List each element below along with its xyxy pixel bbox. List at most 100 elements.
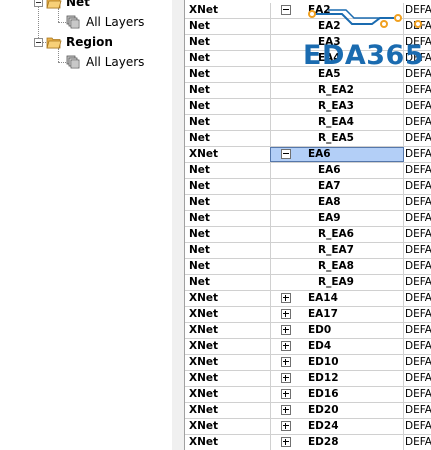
grid-row[interactable]: XNet ED20 DEFA bbox=[185, 403, 431, 419]
object-name-label: ED24 bbox=[308, 420, 339, 432]
expand-icon[interactable] bbox=[281, 309, 291, 319]
cell-object-type: XNet bbox=[189, 388, 219, 400]
cell-object-type: Net bbox=[189, 228, 210, 240]
cell-constraint-set: DEFA bbox=[405, 388, 431, 400]
expand-icon[interactable] bbox=[281, 437, 291, 447]
expand-icon[interactable] bbox=[281, 357, 291, 367]
watermark-text: EDA365 bbox=[303, 40, 425, 71]
grid-row[interactable]: Net R_EA9 DEFA bbox=[185, 275, 431, 291]
cell-constraint-set: DEFA bbox=[405, 276, 431, 288]
cell-object-name[interactable]: EA9 bbox=[270, 211, 404, 226]
cell-object-name[interactable]: ED16 bbox=[270, 387, 404, 402]
cell-object-type: Net bbox=[189, 180, 210, 192]
cell-object-name[interactable]: ED0 bbox=[270, 323, 404, 338]
expand-icon[interactable] bbox=[281, 373, 291, 383]
cell-constraint-set: DEFA bbox=[405, 116, 431, 128]
tree-item-net-all-layers[interactable]: All Layers bbox=[66, 13, 144, 31]
cell-constraint-set: DEFA bbox=[405, 180, 431, 192]
collapse-icon[interactable] bbox=[281, 149, 291, 159]
cell-constraint-set: DEFA bbox=[405, 196, 431, 208]
object-name-label: R_EA3 bbox=[318, 100, 354, 112]
grid-row[interactable]: Net R_EA4 DEFA bbox=[185, 115, 431, 131]
cell-object-name[interactable]: EA6 bbox=[270, 163, 404, 178]
cell-object-type: XNet bbox=[189, 420, 219, 432]
grid-row[interactable]: XNet ED16 DEFA bbox=[185, 387, 431, 403]
grid-row[interactable]: XNet EA14 DEFA bbox=[185, 291, 431, 307]
cell-object-name[interactable]: ED20 bbox=[270, 403, 404, 418]
grid-row[interactable]: XNet ED10 DEFA bbox=[185, 355, 431, 371]
grid-row[interactable]: Net R_EA3 DEFA bbox=[185, 99, 431, 115]
layers-icon bbox=[66, 55, 80, 69]
grid-row[interactable]: Net EA9 DEFA bbox=[185, 211, 431, 227]
cell-object-name[interactable]: R_EA8 bbox=[270, 259, 404, 274]
tree-item-label: All Layers bbox=[86, 15, 145, 29]
grid-row[interactable]: Net EA8 DEFA bbox=[185, 195, 431, 211]
collapse-net-expander[interactable] bbox=[34, 0, 43, 7]
cell-object-name[interactable]: EA7 bbox=[270, 179, 404, 194]
cell-object-name[interactable]: EA6 bbox=[270, 147, 404, 162]
folder-open-icon bbox=[46, 0, 62, 8]
cell-object-type: Net bbox=[189, 100, 210, 112]
expand-icon[interactable] bbox=[281, 341, 291, 351]
tree-item-label: Region bbox=[66, 35, 113, 49]
cell-object-name[interactable]: EA17 bbox=[270, 307, 404, 322]
expand-icon[interactable] bbox=[281, 293, 291, 303]
collapse-icon[interactable] bbox=[281, 5, 291, 15]
cell-object-name[interactable]: EA14 bbox=[270, 291, 404, 306]
cell-object-name[interactable]: ED24 bbox=[270, 419, 404, 434]
grid-row[interactable]: Net R_EA6 DEFA bbox=[185, 227, 431, 243]
grid-row[interactable]: XNet ED12 DEFA bbox=[185, 371, 431, 387]
object-name-label: R_EA5 bbox=[318, 132, 354, 144]
object-name-label: R_EA2 bbox=[318, 84, 354, 96]
cell-object-name[interactable]: ED10 bbox=[270, 355, 404, 370]
cell-object-name[interactable]: ED28 bbox=[270, 435, 404, 450]
grid-row[interactable]: XNet ED0 DEFA bbox=[185, 323, 431, 339]
panel-splitter[interactable] bbox=[172, 0, 184, 450]
grid-row[interactable]: Net R_EA2 DEFA bbox=[185, 83, 431, 99]
cell-constraint-set: DEFA bbox=[405, 356, 431, 368]
object-name-label: R_EA6 bbox=[318, 228, 354, 240]
object-name-label: ED12 bbox=[308, 372, 339, 384]
expand-icon[interactable] bbox=[281, 421, 291, 431]
tree-item-net[interactable]: Net bbox=[46, 0, 90, 11]
grid-row[interactable]: Net R_EA5 DEFA bbox=[185, 131, 431, 147]
cell-object-name[interactable]: R_EA2 bbox=[270, 83, 404, 98]
cell-constraint-set: DEFA bbox=[405, 308, 431, 320]
object-name-label: EA9 bbox=[318, 212, 341, 224]
cell-constraint-set: DEFA bbox=[405, 372, 431, 384]
collapse-region-expander[interactable] bbox=[34, 38, 43, 47]
grid-row[interactable]: XNet ED4 DEFA bbox=[185, 339, 431, 355]
grid-row[interactable]: Net R_EA7 DEFA bbox=[185, 243, 431, 259]
expand-icon[interactable] bbox=[281, 325, 291, 335]
grid-row[interactable]: XNet EA6 DEFA bbox=[185, 147, 431, 163]
tree-panel: Net All Layers Region All Layers bbox=[0, 0, 172, 450]
cell-object-name[interactable]: R_EA3 bbox=[270, 99, 404, 114]
cell-object-name[interactable]: R_EA6 bbox=[270, 227, 404, 242]
grid-row[interactable]: XNet ED28 DEFA bbox=[185, 435, 431, 450]
cell-object-type: XNet bbox=[189, 404, 219, 416]
expand-icon[interactable] bbox=[281, 389, 291, 399]
grid-row[interactable]: Net EA7 DEFA bbox=[185, 179, 431, 195]
cell-object-name[interactable]: EA8 bbox=[270, 195, 404, 210]
grid-row[interactable]: XNet ED24 DEFA bbox=[185, 419, 431, 435]
cell-object-name[interactable]: R_EA5 bbox=[270, 131, 404, 146]
tree-item-region[interactable]: Region bbox=[46, 33, 113, 51]
cell-object-type: Net bbox=[189, 20, 210, 32]
grid-row[interactable]: Net EA6 DEFA bbox=[185, 163, 431, 179]
cell-constraint-set: DEFA bbox=[405, 292, 431, 304]
cell-object-type: XNet bbox=[189, 372, 219, 384]
cell-object-name[interactable]: R_EA9 bbox=[270, 275, 404, 290]
grid-row[interactable]: XNet EA17 DEFA bbox=[185, 307, 431, 323]
cell-object-name[interactable]: R_EA7 bbox=[270, 243, 404, 258]
cell-object-name[interactable]: ED4 bbox=[270, 339, 404, 354]
expand-icon[interactable] bbox=[281, 405, 291, 415]
grid-row[interactable]: Net R_EA8 DEFA bbox=[185, 259, 431, 275]
tree-item-region-all-layers[interactable]: All Layers bbox=[66, 53, 144, 71]
object-name-label: R_EA7 bbox=[318, 244, 354, 256]
object-name-label: ED10 bbox=[308, 356, 339, 368]
cell-object-name[interactable]: ED12 bbox=[270, 371, 404, 386]
cell-object-type: Net bbox=[189, 84, 210, 96]
cell-object-name[interactable]: R_EA4 bbox=[270, 115, 404, 130]
cell-constraint-set: DEFA bbox=[405, 260, 431, 272]
cell-object-type: Net bbox=[189, 212, 210, 224]
